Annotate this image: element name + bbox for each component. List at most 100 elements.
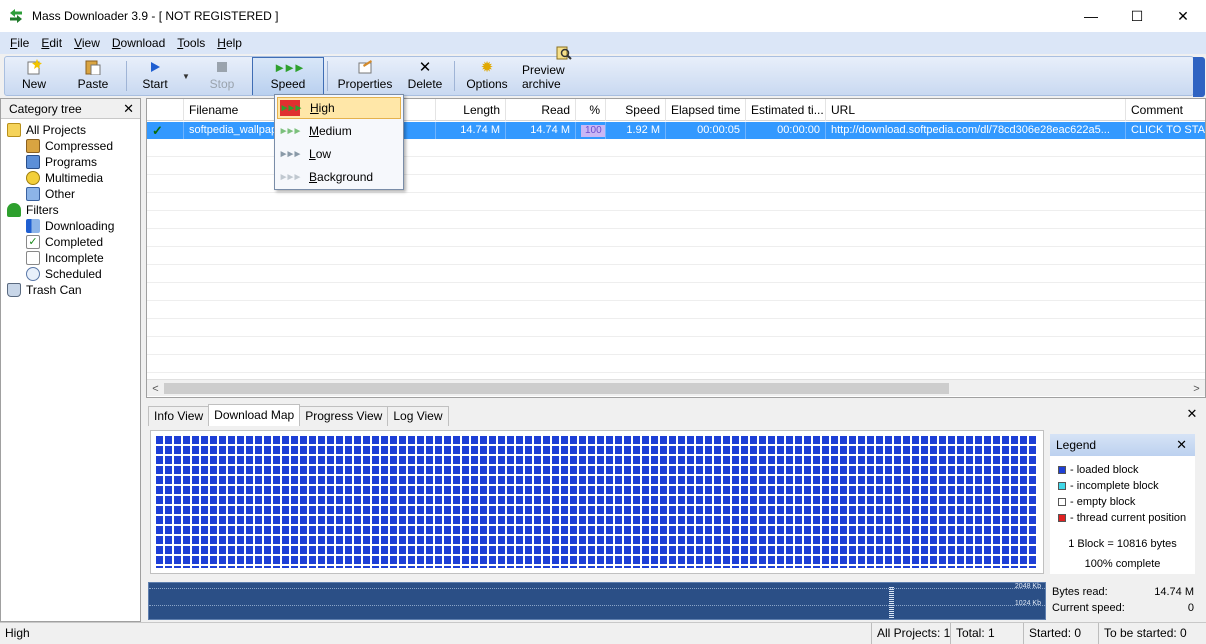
tree-item-filters[interactable]: Filters xyxy=(1,202,140,218)
tree-item-compressed[interactable]: Compressed xyxy=(1,138,140,154)
speed-option-background[interactable]: ►►► Background xyxy=(277,166,401,188)
scrollbar-thumb[interactable] xyxy=(164,383,949,394)
menu-download[interactable]: Download xyxy=(106,32,171,54)
row-percent: 100 xyxy=(576,122,606,139)
column-status[interactable] xyxy=(147,99,184,121)
column-length[interactable]: Length xyxy=(436,99,506,121)
toolbar-separator xyxy=(126,61,127,91)
row-length: 14.74 M xyxy=(436,122,506,139)
speed-graph: 2048 Kb 1024 Kb xyxy=(148,582,1046,620)
other-files-icon xyxy=(26,187,40,201)
properties-button[interactable]: Properties xyxy=(331,57,399,95)
column-elapsed[interactable]: Elapsed time xyxy=(666,99,746,121)
speed-graph-bar xyxy=(889,587,894,619)
row-comment: CLICK TO STAR xyxy=(1126,122,1205,139)
toolbar-chevron[interactable] xyxy=(1193,57,1205,97)
graph-label-mid: 1024 Kb xyxy=(1014,600,1041,607)
menu-edit[interactable]: Edit xyxy=(35,32,68,54)
tree-item-programs[interactable]: Programs xyxy=(1,154,140,170)
download-map xyxy=(150,430,1044,574)
document-icon xyxy=(26,251,40,265)
row-estimated: 00:00:00 xyxy=(746,122,826,139)
legend-item: - empty block xyxy=(1050,494,1195,510)
tree-item-trash-can[interactable]: Trash Can xyxy=(1,282,140,298)
close-icon[interactable]: ✕ xyxy=(1176,437,1187,453)
menu-help[interactable]: Help xyxy=(211,32,248,54)
speed-button[interactable]: ►►► Speed xyxy=(252,57,324,95)
toolbar-separator xyxy=(327,61,328,91)
legend-item: - loaded block xyxy=(1050,462,1195,478)
tree-item-downloading[interactable]: Downloading xyxy=(1,218,140,234)
tree-item-completed[interactable]: ✓ Completed xyxy=(1,234,140,250)
column-speed[interactable]: Speed xyxy=(606,99,666,121)
column-url[interactable]: URL xyxy=(826,99,1126,121)
speed-option-medium[interactable]: ►►► Medium xyxy=(277,120,401,142)
preview-archive-button[interactable]: Preview archive xyxy=(516,46,612,95)
speed-option-low[interactable]: ►►► Low xyxy=(277,143,401,165)
title-bar: Mass Downloader 3.9 - [ NOT REGISTERED ]… xyxy=(0,0,1206,32)
details-tabs: Info View Download Map Progress View Log… xyxy=(148,404,449,426)
delete-button[interactable]: ✕ Delete xyxy=(399,57,451,95)
legend-panel: Legend ✕ - loaded block - incomplete blo… xyxy=(1050,434,1195,574)
toolbar-separator xyxy=(454,61,455,91)
tab-log-view[interactable]: Log View xyxy=(387,406,449,426)
clock-icon xyxy=(26,267,40,281)
tree-item-scheduled[interactable]: Scheduled xyxy=(1,266,140,282)
graph-label-top: 2048 Kb xyxy=(1014,583,1041,590)
column-read[interactable]: Read xyxy=(506,99,576,121)
category-tree-panel: Category tree ✕ All Projects Compressed … xyxy=(0,98,141,622)
column-estimated[interactable]: Estimated ti... xyxy=(746,99,826,121)
start-button[interactable]: Start xyxy=(130,57,180,95)
tree-item-multimedia[interactable]: Multimedia xyxy=(1,170,140,186)
downloading-arrows-icon xyxy=(26,219,40,233)
speed-option-high[interactable]: ►►► High xyxy=(277,97,401,119)
menu-view[interactable]: View xyxy=(68,32,106,54)
tab-progress-view[interactable]: Progress View xyxy=(299,406,389,426)
menu-file[interactable]: File xyxy=(4,32,35,54)
tab-download-map[interactable]: Download Map xyxy=(208,404,301,426)
tab-info-view[interactable]: Info View xyxy=(148,406,210,426)
block-size-info: 1 Block = 10816 bytes xyxy=(1068,538,1177,550)
close-icon[interactable]: ✕ xyxy=(1184,406,1200,422)
close-icon[interactable]: ✕ xyxy=(123,101,134,117)
legend-header: Legend ✕ xyxy=(1050,434,1195,456)
scroll-left-arrow-icon[interactable]: < xyxy=(147,380,164,397)
options-button[interactable]: ✹ Options xyxy=(458,57,516,95)
gear-icon: ✹ xyxy=(480,59,494,76)
new-star-icon xyxy=(26,59,42,75)
legend-item: - incomplete block xyxy=(1050,478,1195,494)
speed-arrows-icon: ►►► xyxy=(273,60,306,75)
maximize-button[interactable]: ☐ xyxy=(1114,0,1160,32)
magnifier-icon xyxy=(556,45,572,61)
completion-info: 100% complete xyxy=(1084,558,1161,570)
cd-icon xyxy=(26,171,40,185)
empty-swatch xyxy=(1058,498,1066,506)
completed-check-icon: ✓ xyxy=(147,122,184,139)
scroll-right-arrow-icon[interactable]: > xyxy=(1188,380,1205,397)
close-button[interactable]: ✕ xyxy=(1160,0,1206,32)
column-percent[interactable]: % xyxy=(576,99,606,121)
tree-item-other[interactable]: Other xyxy=(1,186,140,202)
row-read: 14.74 M xyxy=(506,122,576,139)
filter-funnel-icon xyxy=(7,203,21,217)
minimize-button[interactable]: — xyxy=(1068,0,1114,32)
paste-button[interactable]: Paste xyxy=(63,57,123,95)
tree-item-all-projects[interactable]: All Projects xyxy=(1,122,140,138)
incomplete-swatch xyxy=(1058,482,1066,490)
row-url: http://download.softpedia.com/dl/78cd306… xyxy=(826,122,1126,139)
tree-item-incomplete[interactable]: Incomplete xyxy=(1,250,140,266)
speed-medium-icon: ►►► xyxy=(278,125,303,137)
play-icon xyxy=(147,59,163,75)
graph-gridline-top xyxy=(149,588,1045,589)
start-dropdown-arrow[interactable]: ▼ xyxy=(180,57,192,95)
horizontal-scrollbar[interactable]: < > xyxy=(147,379,1205,396)
stop-button[interactable]: Stop xyxy=(192,57,252,95)
menu-tools[interactable]: Tools xyxy=(171,32,211,54)
archive-icon xyxy=(26,139,40,153)
menu-bar: File Edit View Download Tools Help xyxy=(0,32,1206,54)
current-speed-label: Current speed: xyxy=(1052,602,1125,614)
column-comment[interactable]: Comment xyxy=(1126,99,1205,121)
status-to-be-started: To be started: 0 xyxy=(1104,626,1187,640)
window-title: Mass Downloader 3.9 - [ NOT REGISTERED ] xyxy=(32,9,279,23)
new-button[interactable]: New xyxy=(5,57,63,95)
